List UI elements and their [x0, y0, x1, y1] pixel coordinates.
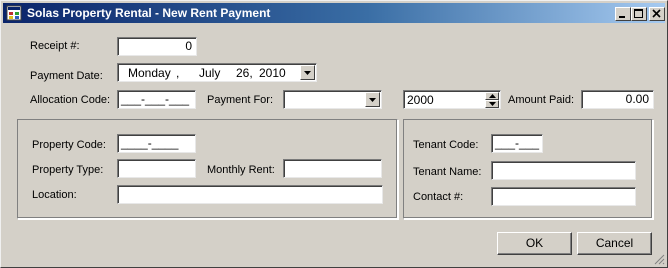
resize-grip-icon[interactable]: [653, 253, 665, 265]
chevron-down-icon: [369, 98, 376, 102]
allocation-code-field[interactable]: ___-___-___: [117, 90, 196, 109]
date-separator: ,: [176, 66, 180, 80]
date-month[interactable]: July: [199, 66, 220, 80]
date-year[interactable]: 2010: [259, 66, 286, 80]
contact-number-field[interactable]: [491, 187, 636, 206]
tenant-code-label: Tenant Code:: [413, 139, 479, 151]
property-code-label: Property Code:: [32, 139, 106, 151]
property-code-field[interactable]: ____-____: [117, 134, 196, 153]
receipt-number-field[interactable]: 0: [117, 37, 197, 56]
maximize-button[interactable]: [631, 7, 647, 21]
monthly-rent-field[interactable]: [283, 159, 382, 178]
payment-date-picker[interactable]: Monday , July 26, 2010: [117, 63, 317, 82]
year-spin-up-button[interactable]: [485, 92, 499, 100]
maximize-icon: [634, 9, 643, 18]
amount-paid-field[interactable]: 0.00: [581, 90, 654, 109]
tenant-code-field[interactable]: ___-___: [491, 134, 543, 153]
chevron-up-icon: [489, 94, 496, 98]
date-day[interactable]: 26,: [236, 66, 253, 80]
chevron-down-icon: [489, 102, 496, 106]
property-type-field[interactable]: [117, 159, 196, 178]
property-type-label: Property Type:: [32, 164, 104, 176]
minimize-button[interactable]: [615, 7, 631, 21]
location-field[interactable]: [117, 185, 383, 204]
cancel-button[interactable]: Cancel: [577, 232, 652, 255]
year-spin-down-button[interactable]: [485, 100, 499, 108]
minimize-icon: [619, 16, 625, 18]
receipt-label: Receipt #:: [30, 40, 80, 52]
amount-paid-label: Amount Paid:: [508, 94, 575, 106]
year-value[interactable]: 2000: [407, 93, 434, 107]
contact-number-label: Contact #:: [413, 191, 464, 203]
tenant-name-label: Tenant Name:: [413, 166, 482, 178]
payment-for-select[interactable]: [283, 90, 382, 109]
close-icon: [652, 9, 661, 18]
payment-for-label: Payment For:: [207, 94, 274, 106]
date-dropdown-button[interactable]: [300, 65, 315, 80]
ok-button[interactable]: OK: [497, 232, 572, 255]
date-day-of-week[interactable]: Monday: [128, 66, 171, 80]
close-button[interactable]: [649, 7, 665, 21]
title-bar[interactable]: Solas Property Rental - New Rent Payment: [3, 3, 665, 23]
rent-payment-window: Solas Property Rental - New Rent Payment…: [0, 0, 668, 268]
year-spin-box[interactable]: 2000: [403, 90, 501, 109]
allocation-code-label: Allocation Code:: [30, 94, 111, 106]
location-label: Location:: [32, 189, 77, 201]
payment-date-label: Payment Date:: [30, 70, 103, 82]
chevron-down-icon: [304, 71, 311, 75]
monthly-rent-label: Monthly Rent:: [207, 164, 275, 176]
tenant-name-field[interactable]: [491, 161, 636, 180]
payment-for-dropdown-button[interactable]: [365, 92, 380, 107]
app-window-icon[interactable]: [6, 5, 22, 21]
window-title: Solas Property Rental - New Rent Payment: [27, 6, 271, 20]
